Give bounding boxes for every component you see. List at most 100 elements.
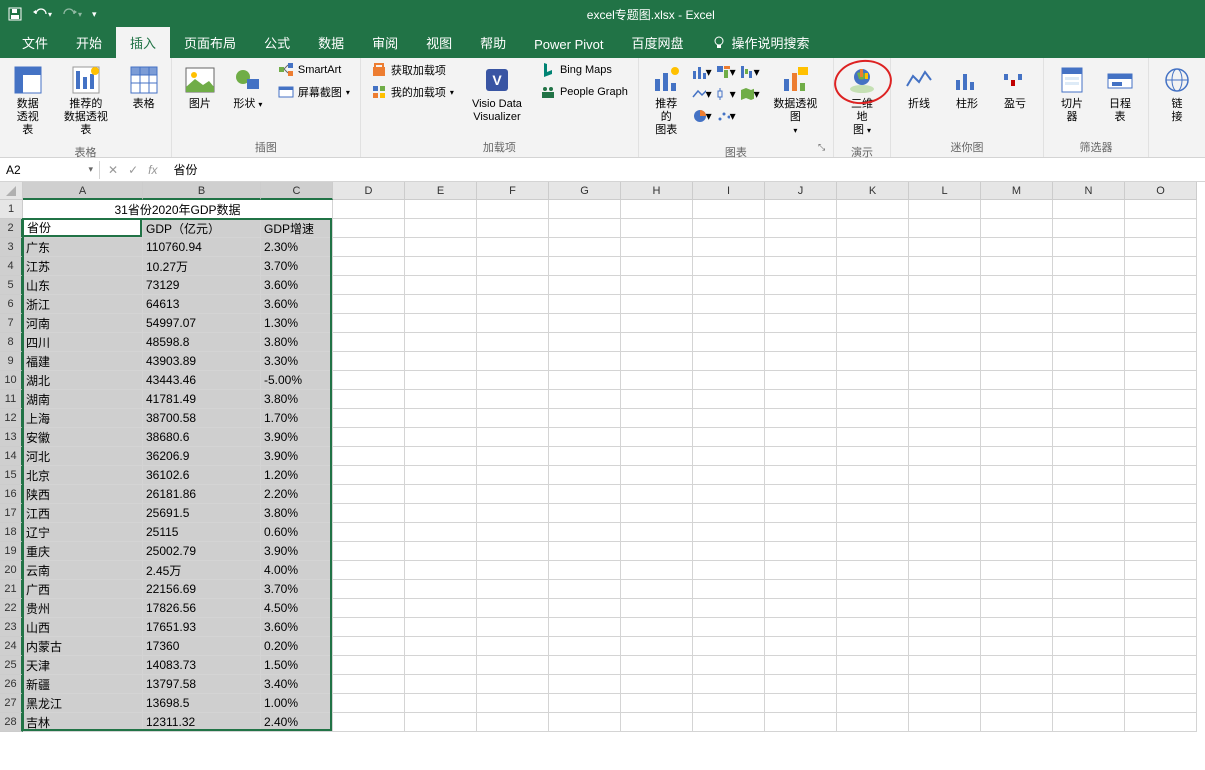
cell[interactable]	[981, 523, 1053, 542]
cell[interactable]	[621, 485, 693, 504]
cell[interactable]	[981, 599, 1053, 618]
cell[interactable]	[765, 333, 837, 352]
cell[interactable]	[909, 238, 981, 257]
cell[interactable]	[765, 561, 837, 580]
cell[interactable]: 13698.5	[143, 694, 261, 713]
cell[interactable]	[1125, 371, 1197, 390]
column-header[interactable]: O	[1125, 182, 1197, 200]
cell[interactable]	[1053, 200, 1125, 219]
column-header[interactable]: F	[477, 182, 549, 200]
cell[interactable]	[333, 390, 405, 409]
my-addins-button[interactable]: 我的加载项 ▾	[367, 82, 458, 102]
column-header[interactable]: A	[23, 182, 143, 200]
cell[interactable]	[549, 219, 621, 238]
waterfall-chart-icon[interactable]: ▾	[740, 64, 760, 80]
row-header[interactable]: 9	[0, 352, 23, 371]
cell[interactable]	[1125, 561, 1197, 580]
cell[interactable]	[765, 295, 837, 314]
cell[interactable]: 广东	[23, 238, 143, 257]
cell[interactable]	[549, 580, 621, 599]
cell[interactable]	[981, 390, 1053, 409]
cell[interactable]	[621, 257, 693, 276]
tab-powerpivot[interactable]: Power Pivot	[520, 31, 617, 58]
cell[interactable]	[837, 599, 909, 618]
cell[interactable]	[477, 428, 549, 447]
cell[interactable]	[837, 675, 909, 694]
cell[interactable]	[333, 656, 405, 675]
row-header[interactable]: 25	[0, 656, 23, 675]
cell[interactable]	[693, 599, 765, 618]
cell[interactable]	[765, 675, 837, 694]
cell[interactable]	[693, 504, 765, 523]
cell[interactable]	[909, 656, 981, 675]
row-header[interactable]: 10	[0, 371, 23, 390]
column-chart-icon[interactable]: ▾	[692, 64, 712, 80]
cell[interactable]	[477, 599, 549, 618]
row-header[interactable]: 19	[0, 542, 23, 561]
cell[interactable]	[405, 200, 477, 219]
tell-me[interactable]: 操作说明搜索	[698, 27, 824, 58]
cell[interactable]	[909, 637, 981, 656]
cell[interactable]	[765, 618, 837, 637]
cell[interactable]	[909, 219, 981, 238]
cell[interactable]	[909, 371, 981, 390]
cell[interactable]	[405, 428, 477, 447]
recommended-charts-button[interactable]: 推荐的 图表	[645, 60, 688, 142]
row-header[interactable]: 12	[0, 409, 23, 428]
cell[interactable]	[981, 257, 1053, 276]
cell[interactable]	[837, 428, 909, 447]
cell[interactable]: 1.70%	[261, 409, 333, 428]
cell[interactable]: 3.60%	[261, 276, 333, 295]
cell[interactable]	[693, 580, 765, 599]
cell[interactable]	[1125, 333, 1197, 352]
cell[interactable]	[405, 238, 477, 257]
cell[interactable]	[837, 466, 909, 485]
cell[interactable]: 38680.6	[143, 428, 261, 447]
cell[interactable]	[1125, 352, 1197, 371]
cell[interactable]: 2.45万	[143, 561, 261, 580]
redo-icon[interactable]: ▾	[62, 8, 82, 20]
cell[interactable]	[621, 713, 693, 732]
cell[interactable]	[1053, 428, 1125, 447]
cell[interactable]	[549, 238, 621, 257]
cell[interactable]	[549, 390, 621, 409]
tab-home[interactable]: 开始	[62, 27, 116, 58]
cell[interactable]: 2.30%	[261, 238, 333, 257]
cell[interactable]	[1125, 409, 1197, 428]
cell[interactable]	[909, 257, 981, 276]
enter-icon[interactable]: ✓	[128, 163, 138, 177]
cell[interactable]	[981, 637, 1053, 656]
cell[interactable]: 北京	[23, 466, 143, 485]
cell[interactable]: 25002.79	[143, 542, 261, 561]
cell[interactable]	[693, 238, 765, 257]
cell[interactable]	[1053, 314, 1125, 333]
cell[interactable]	[621, 542, 693, 561]
cell[interactable]	[765, 713, 837, 732]
cell[interactable]	[549, 447, 621, 466]
cell[interactable]	[333, 219, 405, 238]
cell[interactable]	[837, 447, 909, 466]
cell[interactable]: 3.80%	[261, 504, 333, 523]
column-header[interactable]: H	[621, 182, 693, 200]
row-header[interactable]: 13	[0, 428, 23, 447]
cell[interactable]	[621, 618, 693, 637]
cells-area[interactable]: 31省份2020年GDP数据省份GDP（亿元）GDP增速广东110760.942…	[23, 200, 1197, 770]
cell[interactable]	[909, 713, 981, 732]
cell[interactable]: 3.60%	[261, 618, 333, 637]
cell[interactable]	[621, 314, 693, 333]
cell[interactable]: 江西	[23, 504, 143, 523]
cell[interactable]	[405, 694, 477, 713]
row-header[interactable]: 2	[0, 219, 23, 238]
cell[interactable]	[1053, 675, 1125, 694]
cell[interactable]	[765, 257, 837, 276]
cell[interactable]	[837, 637, 909, 656]
cell[interactable]	[981, 618, 1053, 637]
cell[interactable]	[549, 466, 621, 485]
cell[interactable]: 云南	[23, 561, 143, 580]
cell[interactable]	[621, 599, 693, 618]
cell[interactable]	[1053, 580, 1125, 599]
cell[interactable]	[1053, 637, 1125, 656]
cell[interactable]	[405, 447, 477, 466]
cell[interactable]	[405, 618, 477, 637]
cell[interactable]	[909, 466, 981, 485]
